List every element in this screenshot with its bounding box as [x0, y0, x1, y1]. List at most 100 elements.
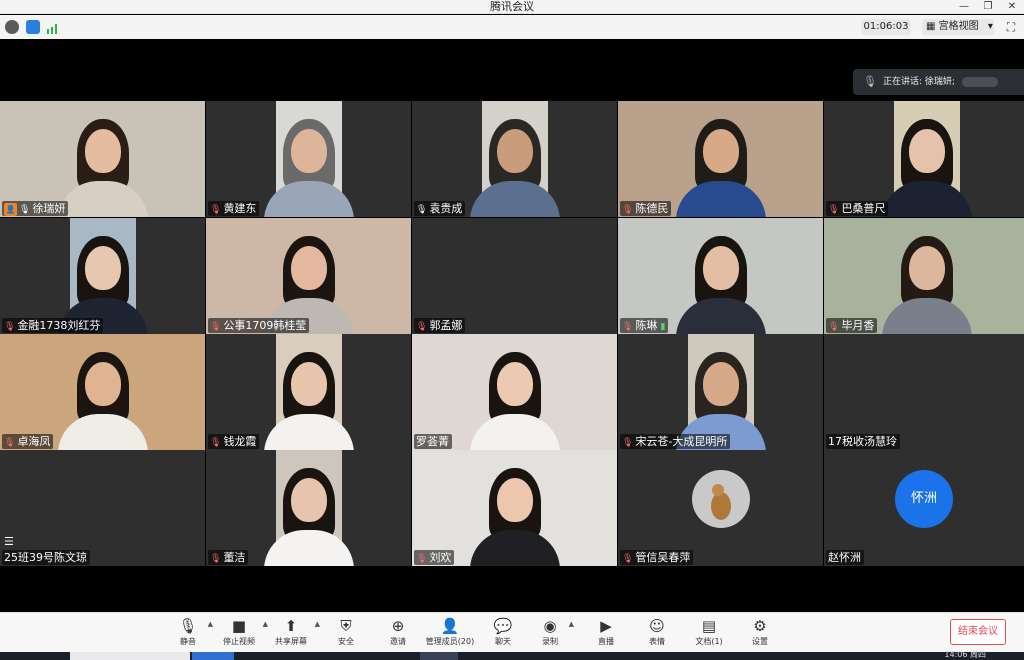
participant-name: 徐瑞妍	[32, 202, 66, 215]
participant-video	[263, 450, 354, 566]
share-options-caret-icon[interactable]: ▲	[315, 620, 320, 628]
participant-name-label: 🎙 郭孟娜	[414, 318, 466, 333]
microphone-icon: 🎙	[416, 205, 428, 215]
documents-button[interactable]: ▤ 文档(1)	[694, 616, 724, 650]
participant-tile[interactable]: 🎙 管信吴春萍	[618, 450, 823, 566]
participant-name-label: 🎙 毕月香	[826, 318, 878, 333]
end-meeting-button[interactable]: 结束会议	[950, 619, 1006, 645]
participant-name: 刘欢	[429, 551, 452, 564]
signal-icon[interactable]	[46, 20, 60, 34]
microphone-icon: 🎙	[19, 205, 31, 215]
muted-microphone-icon: 🎙	[210, 322, 222, 332]
participant-name-label: 🎙 陈德民	[620, 201, 672, 216]
participant-video	[263, 334, 354, 450]
participant-video	[618, 101, 823, 217]
security-button[interactable]: ⛨ 安全	[334, 616, 358, 650]
participant-name-label: 🎙 卓海凤	[2, 434, 54, 449]
participant-tile[interactable]: 🎙 卓海凤	[0, 334, 205, 450]
participant-tile[interactable]: 🎙 董洁	[206, 450, 411, 566]
record-button[interactable]: ◉ 录制 ▲	[538, 616, 574, 650]
info-icon[interactable]	[5, 20, 19, 34]
participant-tile[interactable]: ☰ 25班39号陈文琼	[0, 450, 205, 566]
mute-options-caret-icon[interactable]: ▲	[208, 620, 213, 628]
person-face	[84, 246, 121, 290]
participant-name-label: 25班39号陈文琼	[2, 550, 90, 565]
participant-name-label: 🎙 袁贵成	[414, 201, 466, 216]
participant-tile[interactable]: 👤 🎙 徐瑞妍	[0, 101, 205, 217]
participant-name-label: 🎙 巴桑普尺	[826, 201, 889, 216]
participant-name-label: 🎙 黄建东	[208, 201, 260, 216]
participant-tile[interactable]: 怀洲 赵怀洲	[824, 450, 1024, 566]
muted-microphone-icon: 🎙	[622, 205, 634, 215]
participant-name-label: 🎙 钱龙霞	[208, 434, 260, 449]
person-body	[469, 181, 560, 217]
participant-tile[interactable]: 🎙 陈德民	[618, 101, 823, 217]
manage-members-button[interactable]: 👤 管理成员(20)	[425, 616, 475, 650]
record-options-caret-icon[interactable]: ▲	[569, 620, 574, 628]
participant-tile[interactable]: 🎙 巴桑普尺	[824, 101, 1024, 217]
minimize-icon[interactable]: —	[952, 0, 976, 14]
taskbar-app[interactable]	[192, 652, 234, 660]
participant-tile[interactable]: 🎙 陈琳 ▮	[618, 218, 823, 334]
person-body	[263, 181, 354, 217]
participant-tile[interactable]: 🎙 金融1738刘红芬	[0, 218, 205, 334]
taskbar-app[interactable]	[420, 652, 458, 660]
participant-tile[interactable]: 🎙 黄建东	[206, 101, 411, 217]
muted-microphone-icon: 🎙	[4, 438, 16, 448]
close-icon[interactable]: ✕	[1000, 0, 1024, 14]
list-icon[interactable]: ☰	[4, 535, 14, 548]
participant-video	[412, 450, 617, 566]
chat-button[interactable]: 💬 聊天	[491, 616, 515, 650]
live-label: 直播	[598, 637, 614, 646]
speaking-label: 正在讲话: 徐瑞妍;	[883, 77, 955, 87]
participant-tile[interactable]: 🎙 毕月香	[824, 218, 1024, 334]
person-body	[263, 414, 354, 450]
participant-video	[263, 101, 354, 217]
participant-tile[interactable]: 🎙 袁贵成	[412, 101, 617, 217]
participant-video	[675, 334, 766, 450]
restore-icon[interactable]: ❐	[976, 0, 1000, 14]
stop-video-button[interactable]: ■ 停止视频 ▲	[222, 616, 268, 650]
invite-button[interactable]: ⊕ 邀请	[386, 616, 410, 650]
participant-name-label: 🎙 管信吴春萍	[620, 550, 694, 565]
participant-tile[interactable]: 17税收汤慧玲	[824, 334, 1024, 450]
participant-name: 卓海凤	[17, 435, 51, 448]
mute-button[interactable]: 🎙 静音 ▲	[175, 616, 213, 650]
chevron-down-icon: ▾	[987, 21, 993, 32]
shield-icon: ⛨	[340, 617, 352, 635]
participant-tile[interactable]: 🎙 刘欢	[412, 450, 617, 566]
participant-name: 宋云苍-大成昆明所	[635, 435, 728, 448]
camera-icon: ■	[231, 617, 247, 635]
os-taskbar: 14:06 周四	[0, 650, 1024, 660]
emoji-label: 表情	[649, 637, 665, 646]
participant-tile[interactable]: 🎙 钱龙霞	[206, 334, 411, 450]
muted-microphone-icon: 🎙	[622, 322, 634, 332]
fullscreen-icon[interactable]: ⛶	[1003, 19, 1019, 35]
video-options-caret-icon[interactable]: ▲	[263, 620, 268, 628]
participant-tile[interactable]: 罗荟菁	[412, 334, 617, 450]
avatar: 怀洲	[895, 470, 953, 528]
participant-name-label: 🎙 刘欢	[414, 550, 455, 565]
participant-tile[interactable]: 🎙 公事1709韩桂莹	[206, 218, 411, 334]
participant-name: 金融1738刘红芬	[17, 319, 101, 332]
person-body	[675, 298, 766, 334]
person-face	[702, 362, 739, 406]
signal-strength-icon: ▮	[660, 322, 666, 332]
muted-microphone-icon: 🎙	[416, 322, 428, 332]
taskbar-search[interactable]	[70, 652, 190, 660]
share-screen-button[interactable]: ⬆ 共享屏幕 ▲	[274, 616, 320, 650]
participant-tile[interactable]: 🎙 宋云苍-大成昆明所	[618, 334, 823, 450]
settings-button[interactable]: ⚙ 设置	[748, 616, 772, 650]
shield-icon[interactable]	[26, 20, 40, 34]
settings-label: 设置	[752, 637, 768, 646]
emoji-button[interactable]: ☺ 表情	[645, 616, 669, 650]
documents-label: 文档(1)	[695, 637, 723, 646]
grid-icon: ▦	[926, 21, 939, 32]
participant-tile[interactable]: 🎙 郭孟娜	[412, 218, 617, 334]
person-body	[881, 298, 972, 334]
muted-microphone-icon: 🎙	[828, 205, 840, 215]
live-button[interactable]: ▶ 直播	[594, 616, 618, 650]
view-mode-button[interactable]: ▦ 宫格视图 ▾	[922, 19, 994, 35]
participant-name: 陈琳	[635, 319, 658, 332]
manage-members-label: 管理成员(20)	[425, 637, 475, 646]
